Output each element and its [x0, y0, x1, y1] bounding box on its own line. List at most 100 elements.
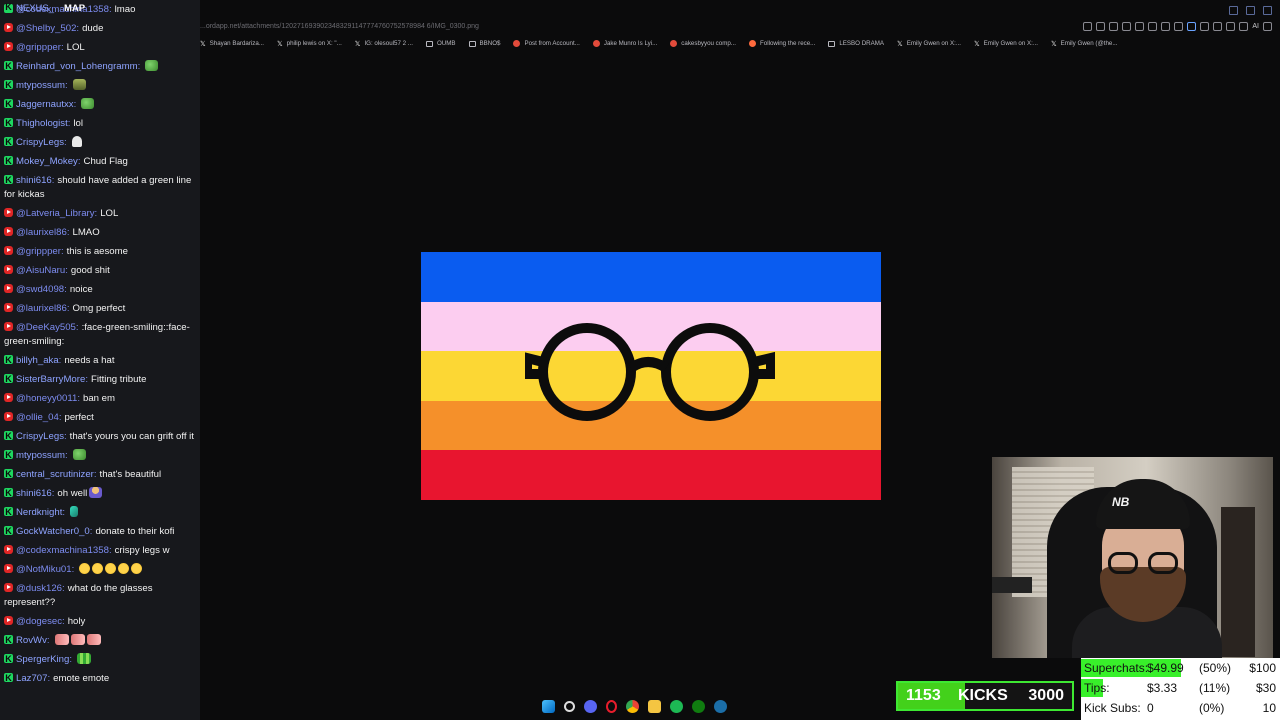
bookmark-item[interactable]: Post from Account...: [513, 40, 580, 47]
bookmark-item[interactable]: OUMB: [425, 40, 456, 47]
zoom-in-icon[interactable]: [1083, 22, 1093, 31]
bookmark-item[interactable]: 𝕏philip lewis on X: "...: [277, 40, 342, 48]
folder-icon: [828, 40, 836, 47]
browser-tools: AI: [1083, 22, 1272, 31]
x-logo-icon: 𝕏: [200, 41, 206, 48]
chat-username[interactable]: @dusk126: [16, 583, 62, 594]
wallet-icon[interactable]: [1213, 22, 1223, 31]
chat-username[interactable]: @Latveria_Library: [16, 208, 95, 219]
chat-text: needs a hat: [64, 355, 115, 366]
chat-username[interactable]: mtypossum: [16, 80, 65, 91]
discord-icon[interactable]: [584, 700, 597, 713]
search-icon[interactable]: [564, 701, 575, 712]
donation-goals: Superchats: $49.99 (50%) $100 Tips: $3.33 (11%…: [1081, 658, 1280, 720]
chat-text: that's yours you can grift off it: [69, 431, 194, 442]
chat-username[interactable]: @honeyy0011: [16, 393, 77, 404]
chat-username[interactable]: CrispyLegs: [16, 137, 64, 148]
chat-username[interactable]: mtypossum: [16, 450, 65, 461]
pink-emote-icon: [70, 634, 85, 645]
youtube-icon: [4, 246, 13, 255]
share-icon[interactable]: [1122, 22, 1132, 31]
kick-label: KICKS: [958, 687, 1008, 704]
bookmark-label: IG: olesoul57 2 ...: [364, 40, 413, 47]
folder-icon: [468, 40, 476, 47]
snapshot-icon[interactable]: [1174, 22, 1184, 31]
file-explorer-icon[interactable]: [648, 700, 661, 713]
bookmark-icon[interactable]: [1109, 22, 1119, 31]
bookmark-item[interactable]: Following the rece...: [748, 40, 815, 47]
chat-username[interactable]: shini616: [16, 488, 52, 499]
pixel-emote-icon: [77, 653, 92, 664]
kick-goal-bar: 1153 KICKS 3000: [896, 681, 1074, 711]
chat-message: @swd4098: noice: [4, 281, 196, 300]
chat-username[interactable]: RovWv: [16, 635, 47, 646]
windows-icon[interactable]: [542, 700, 555, 713]
bookmark-item[interactable]: 𝕏 Emily Gwen on X:...: [897, 40, 961, 48]
address-bar[interactable]: ...ordapp.net/attachments/12027169390234…: [200, 23, 479, 30]
chat-text: LOL: [100, 208, 119, 219]
minimize-icon[interactable]: [1229, 6, 1238, 15]
opera-icon[interactable]: [606, 700, 617, 713]
chat-username[interactable]: @NotMiku01: [16, 564, 72, 575]
chat-username[interactable]: @dogesec: [16, 616, 62, 627]
spotify-icon[interactable]: [670, 700, 683, 713]
audio-icon[interactable]: [1187, 22, 1197, 31]
bookmark-item[interactable]: cakesbyyou comp...: [670, 40, 736, 47]
bookmark-item[interactable]: 𝕏 Shayan Bardarizа...: [200, 40, 264, 48]
chrome-icon[interactable]: [626, 700, 639, 713]
kick-icon: [4, 2, 13, 13]
chat-message: @dusk126: what do the glasses represent??: [4, 583, 153, 608]
chat-text: donate to their kofi: [95, 526, 175, 537]
chat-username[interactable]: SisterBarryMore: [16, 374, 85, 385]
chat-username[interactable]: @Shelby_502: [16, 23, 76, 34]
menu-icon[interactable]: [1263, 22, 1272, 31]
chat-username[interactable]: @grippper: [16, 246, 61, 257]
chat-username[interactable]: @laurixel86: [16, 303, 67, 314]
chat-username[interactable]: @ollie_04: [16, 412, 59, 423]
bookmark-item[interactable]: 𝕏 Emily Gwen (@the...: [1051, 40, 1117, 48]
chat-username[interactable]: @AisuNaru: [16, 265, 65, 276]
chat-username[interactable]: Laz707: [16, 673, 47, 684]
extensions-icon[interactable]: [1200, 22, 1210, 31]
chat-panel[interactable]: @codexmachina1358: lmao @Shelby_502: dude @g…: [0, 0, 200, 720]
chat-username[interactable]: Mokey_Mokey: [16, 156, 78, 167]
chat-username[interactable]: SpergerKing: [16, 654, 69, 665]
settings-icon[interactable]: [1239, 22, 1249, 31]
chat-username[interactable]: central_scrutinizer: [16, 469, 94, 480]
chat-username[interactable]: Thighologist: [16, 118, 68, 129]
chat-username[interactable]: GockWatcher0_0: [16, 526, 90, 537]
chat-username[interactable]: Reinhard_von_Lohengramm: [16, 61, 138, 72]
maximize-icon[interactable]: [1246, 6, 1255, 15]
bookmark-item[interactable]: 𝕏 Emily Gwen on X:...: [974, 40, 1038, 48]
goal-percent: (0%): [1199, 701, 1225, 715]
bookmark-item[interactable]: LESBO DRAMA: [828, 40, 884, 47]
close-icon[interactable]: [1263, 6, 1272, 15]
chat-text: crispy legs w: [114, 545, 170, 556]
download-icon[interactable]: [1226, 22, 1236, 31]
xbox-icon[interactable]: [692, 700, 705, 713]
chat-username[interactable]: @codexmachina1358: [16, 545, 109, 556]
kick-current: 1153: [906, 687, 941, 704]
chat-text: LOL: [66, 42, 85, 53]
chat-username[interactable]: Nerdknight: [16, 507, 62, 518]
chat-username[interactable]: @swd4098: [16, 284, 64, 295]
bookmark-item[interactable]: Jake Munro Is Lyi...: [592, 40, 657, 47]
zoom-out-icon[interactable]: [1096, 22, 1106, 31]
heart-icon[interactable]: [1161, 22, 1171, 31]
bookmark-item[interactable]: BBNO$: [468, 40, 500, 47]
chat-text: LMAO: [72, 227, 100, 238]
chat-username[interactable]: Jaggernautxx: [16, 99, 74, 110]
chat-username[interactable]: shini616: [16, 175, 52, 186]
chat-username[interactable]: billyh_aka: [16, 355, 59, 366]
chat-username[interactable]: @grippper: [16, 42, 61, 53]
shield-icon[interactable]: [1135, 22, 1145, 31]
face-emote-icon: [105, 563, 117, 574]
bookmark-item[interactable]: 𝕏 IG: olesoul57 2 ...: [355, 40, 413, 48]
play-icon[interactable]: [1148, 22, 1158, 31]
chat-username[interactable]: @laurixel86: [16, 227, 67, 238]
window-controls[interactable]: [1229, 6, 1272, 15]
steam-icon[interactable]: [714, 700, 727, 713]
chat-username[interactable]: @DeeKay505: [16, 322, 76, 333]
ai-button[interactable]: AI: [1252, 23, 1259, 30]
chat-username[interactable]: CrispyLegs: [16, 431, 64, 442]
